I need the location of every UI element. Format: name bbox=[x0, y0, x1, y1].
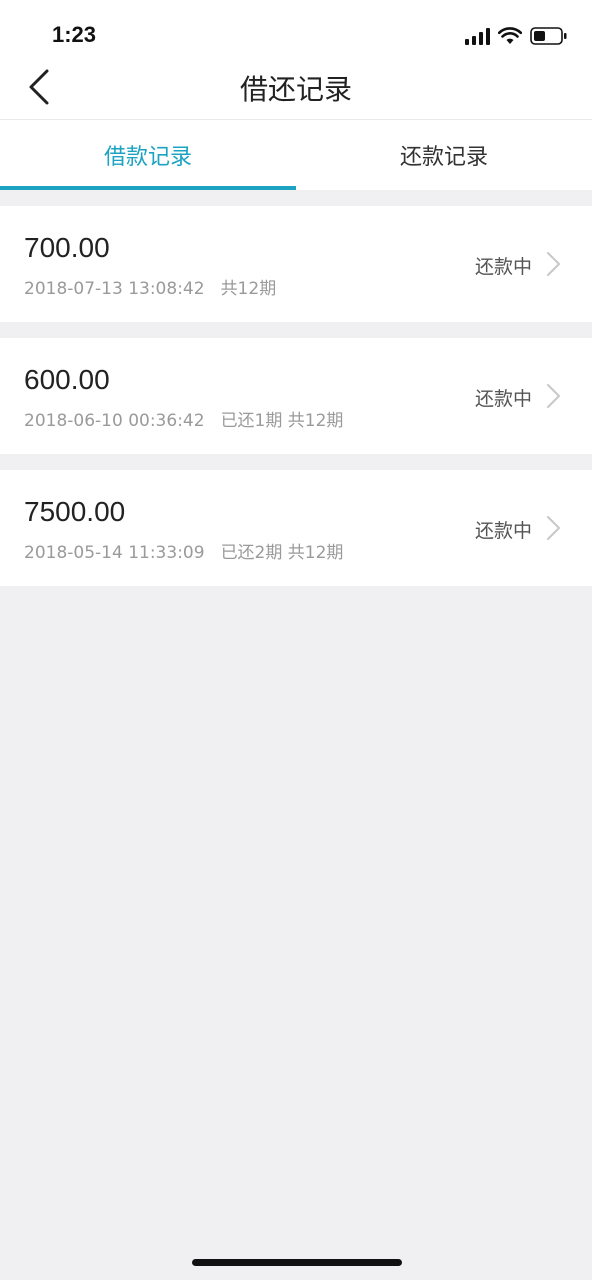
tab-label: 还款记录 bbox=[399, 145, 488, 170]
record-item[interactable]: 700.00 2018-07-13 13:08:42 共12期 还款中 bbox=[0, 206, 592, 322]
record-datetime: 2018-07-13 13:08:42 bbox=[24, 279, 205, 299]
signal-icon bbox=[465, 27, 490, 45]
tab-bar: 借款记录 还款记录 bbox=[0, 120, 592, 190]
record-item[interactable]: 7500.00 2018-05-14 11:33:09 已还2期 共12期 还款中 bbox=[0, 470, 592, 586]
wifi-icon bbox=[498, 27, 522, 45]
record-meta: 2018-05-14 11:33:09 已还2期 共12期 bbox=[24, 538, 359, 563]
record-list: 700.00 2018-07-13 13:08:42 共12期 还款中 600.0… bbox=[0, 206, 592, 602]
page-title: 借还记录 bbox=[239, 73, 352, 106]
chevron-right-icon bbox=[547, 384, 560, 408]
record-periods: 共12期 bbox=[220, 279, 277, 299]
record-amount: 700.00 bbox=[24, 232, 110, 263]
nav-bar: 借还记录 bbox=[0, 60, 592, 120]
status-bar: 1:23 bbox=[0, 0, 592, 60]
record-status: 还款中 bbox=[474, 256, 532, 278]
record-status: 还款中 bbox=[474, 520, 532, 542]
record-datetime: 2018-06-10 00:36:42 bbox=[24, 411, 205, 431]
home-indicator[interactable] bbox=[192, 1259, 402, 1266]
record-periods: 已还1期 共12期 bbox=[220, 411, 344, 431]
tab-borrow-records[interactable]: 借款记录 bbox=[0, 120, 296, 190]
record-amount: 600.00 bbox=[24, 364, 110, 395]
status-time: 1:23 bbox=[52, 22, 97, 47]
chevron-right-icon bbox=[547, 252, 560, 276]
record-periods: 已还2期 共12期 bbox=[220, 543, 344, 563]
record-meta: 2018-07-13 13:08:42 共12期 bbox=[24, 274, 292, 299]
active-tab-indicator bbox=[0, 186, 296, 190]
screen: 1:23 借还记录 借款记录 还款记录 700.00 2018-07-13 13… bbox=[0, 0, 592, 1280]
tab-label: 借款记录 bbox=[103, 145, 192, 170]
chevron-right-icon bbox=[547, 516, 560, 540]
tab-repay-records[interactable]: 还款记录 bbox=[296, 120, 592, 190]
record-item[interactable]: 600.00 2018-06-10 00:36:42 已还1期 共12期 还款中 bbox=[0, 338, 592, 454]
record-datetime: 2018-05-14 11:33:09 bbox=[24, 543, 205, 563]
battery-icon bbox=[530, 26, 568, 46]
record-amount: 7500.00 bbox=[24, 496, 126, 527]
record-meta: 2018-06-10 00:36:42 已还1期 共12期 bbox=[24, 406, 359, 431]
record-status: 还款中 bbox=[474, 388, 532, 410]
status-icons bbox=[465, 24, 568, 48]
